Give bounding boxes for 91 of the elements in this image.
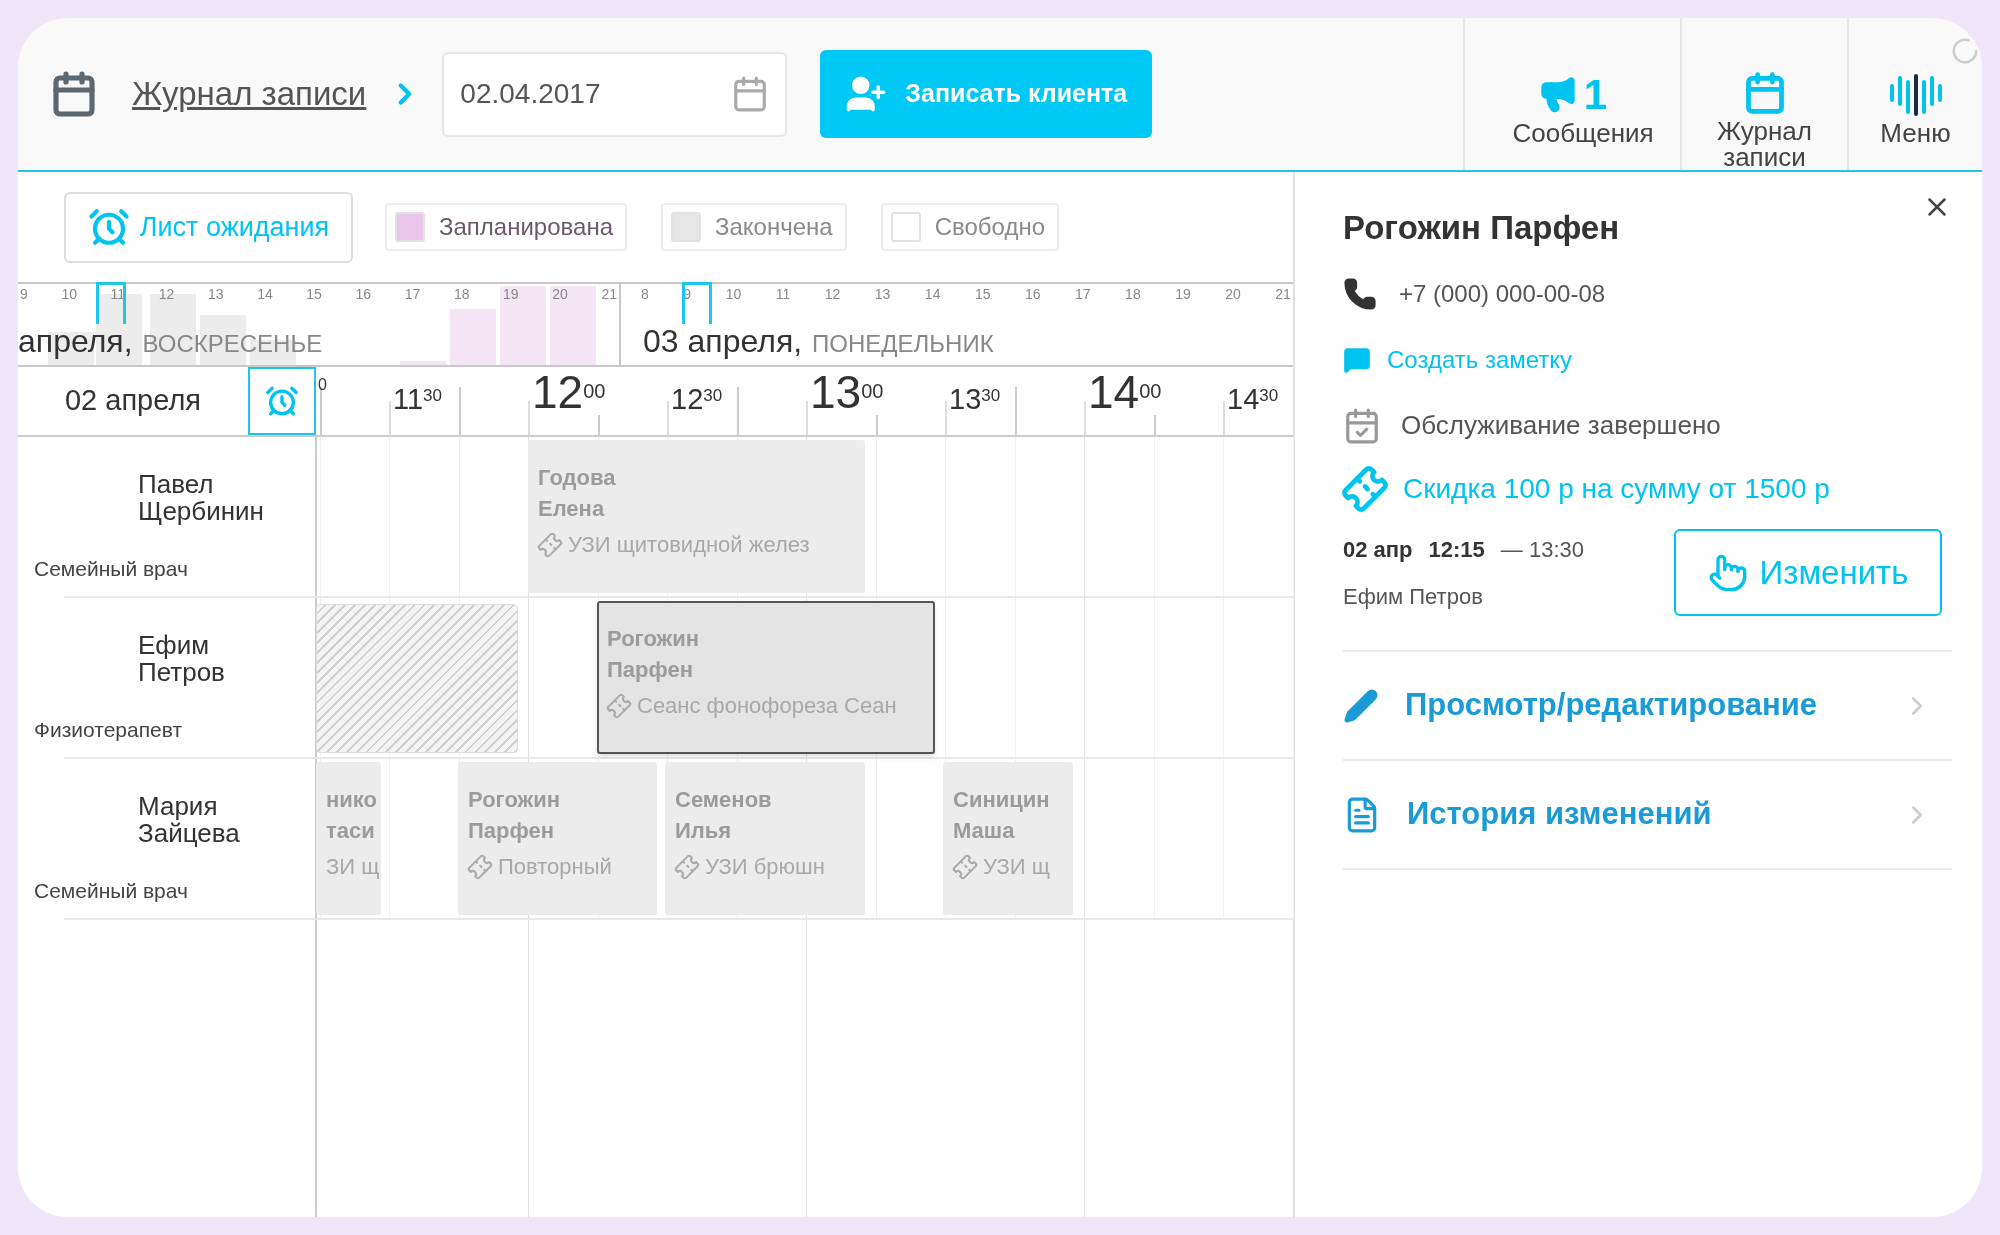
hour-label: 12 [158, 286, 175, 302]
staff-role: Физиотерапевт [34, 716, 184, 743]
hour-label: 19 [503, 286, 519, 302]
service-name: Повторный [498, 853, 612, 881]
waitlist-button[interactable]: Лист ожидания [64, 191, 353, 263]
appointment-date: 02 апр [1343, 535, 1413, 564]
appointment-card[interactable]: Рогожин Парфен Повторный [458, 762, 657, 915]
client-name: Годова Елена [538, 464, 616, 523]
hour-label: 19 [1175, 286, 1191, 302]
hour-label: 13 [874, 286, 891, 302]
schedule-date: 02 апреля [64, 383, 202, 419]
appointment-card[interactable]: Синицин Маша УЗИ щ [943, 762, 1073, 915]
hour-label: 21 [1275, 286, 1291, 302]
alarm-clock-icon [265, 384, 299, 418]
client-name: Рогожин Парфен [1343, 208, 1621, 248]
hour-label: 20 [552, 286, 568, 302]
time-window-marker[interactable] [96, 282, 126, 324]
staff-role: Семейный врач [34, 877, 189, 904]
client-name: Рогожин Парфен [468, 786, 560, 845]
note-icon [1343, 346, 1371, 374]
client-name: Синицин Маша [953, 786, 1050, 845]
phone-number: +7 (000) 000-00-08 [1399, 279, 1606, 309]
staff-name: Павел Щербинин [138, 471, 265, 525]
hour-label: 16 [1024, 286, 1041, 302]
client-name: нико таси [326, 786, 377, 845]
service-name: УЗИ щитовидной желез [568, 531, 810, 559]
legend-chip: Свободно [880, 203, 1059, 251]
hour-label: 15 [306, 286, 322, 302]
hour-label: 9 [20, 286, 28, 302]
tap-hand-icon [1707, 552, 1748, 593]
staff-name: Ефим Петров [1343, 582, 1484, 611]
nav-item[interactable]: 1 Сообщения [1463, 18, 1680, 170]
alarm-clock-icon [87, 206, 130, 248]
action-item[interactable]: Просмотр/редактирование [1343, 652, 1952, 761]
change-button[interactable]: Изменить [1674, 529, 1942, 616]
hour-label: 16 [355, 286, 372, 302]
discount-text: Скидка 100 р на сумму от 1500 р [1403, 472, 1830, 506]
end-time: — 13:30 [1500, 535, 1584, 564]
add-client-button[interactable]: Записать клиента [820, 50, 1153, 138]
appointment-card[interactable]: Годова Елена УЗИ щитовидной желез [528, 440, 865, 593]
waitlist-toggle[interactable] [248, 367, 316, 435]
hour-label: 11 [110, 286, 126, 302]
day-date: 03 апреля, [643, 325, 803, 357]
hour-label: 21 [601, 286, 617, 302]
staff-name: Мария Зайцева [138, 793, 241, 847]
breadcrumb-link[interactable]: Журнал записи [132, 69, 367, 119]
service-name: ЗИ щ [326, 853, 380, 881]
service-name: УЗИ брюшн [705, 853, 825, 881]
start-time: 12:15 [1428, 535, 1485, 564]
hour-label: 14 [924, 286, 941, 302]
time-label: 0 [318, 375, 327, 395]
calendar-icon [50, 70, 98, 118]
legend-chip: Закончена [661, 203, 847, 251]
loading-spinner-icon [1950, 36, 1980, 66]
hour-label: 10 [61, 286, 77, 302]
appointment-card[interactable]: нико таси ЗИ щ [316, 762, 382, 915]
day-date: апреля, [18, 325, 133, 357]
hour-label: 10 [725, 286, 742, 302]
client-name: Семенов Илья [675, 786, 772, 845]
staff-name: Ефим Петров [138, 632, 226, 686]
service-name: УЗИ щ [983, 853, 1050, 881]
hour-label: 8 [641, 286, 649, 302]
appointment-card[interactable]: Семенов Илья УЗИ брюшн [665, 762, 865, 915]
nav-item[interactable]: Журнал записи [1680, 18, 1847, 170]
hour-label: 13 [207, 286, 224, 302]
action-item[interactable]: История изменений [1343, 761, 1952, 870]
hour-label: 14 [257, 286, 273, 302]
hour-label: 17 [404, 286, 421, 302]
hour-label: 11 [775, 286, 791, 302]
time-window-marker[interactable] [682, 282, 713, 324]
status-text: Обслуживание завершено [1401, 409, 1721, 442]
hour-label: 12 [824, 286, 841, 302]
pencil-icon [1343, 687, 1379, 724]
legend-chip: Запланирована [385, 203, 627, 251]
service-name: Сеанс фонофореза Сеан [637, 692, 897, 720]
hour-label: 20 [1225, 286, 1241, 302]
staff-role: Семейный врач [34, 555, 189, 582]
nav-item[interactable]: Меню [1847, 18, 1982, 170]
phone-icon [1343, 277, 1377, 311]
calendar-check-icon [1343, 406, 1381, 445]
message-count: 1 [1583, 69, 1608, 120]
hour-label: 15 [974, 286, 991, 302]
hour-label: 18 [453, 286, 470, 302]
hour-label: 17 [1075, 286, 1091, 302]
client-name: Рогожин Парфен [607, 625, 699, 684]
day-weekday: ВОСКРЕСЕНЬЕ [142, 331, 323, 357]
appointment-card[interactable]: Рогожин Парфен Сеанс фонофореза Сеан [597, 601, 935, 754]
day-weekday: ПОНЕДЕЛЬНИК [812, 331, 994, 357]
hour-label: 18 [1125, 286, 1141, 302]
date-field[interactable]: 02.04.2017 [442, 51, 788, 137]
create-note-link[interactable]: Создать заметку [1343, 342, 1952, 378]
